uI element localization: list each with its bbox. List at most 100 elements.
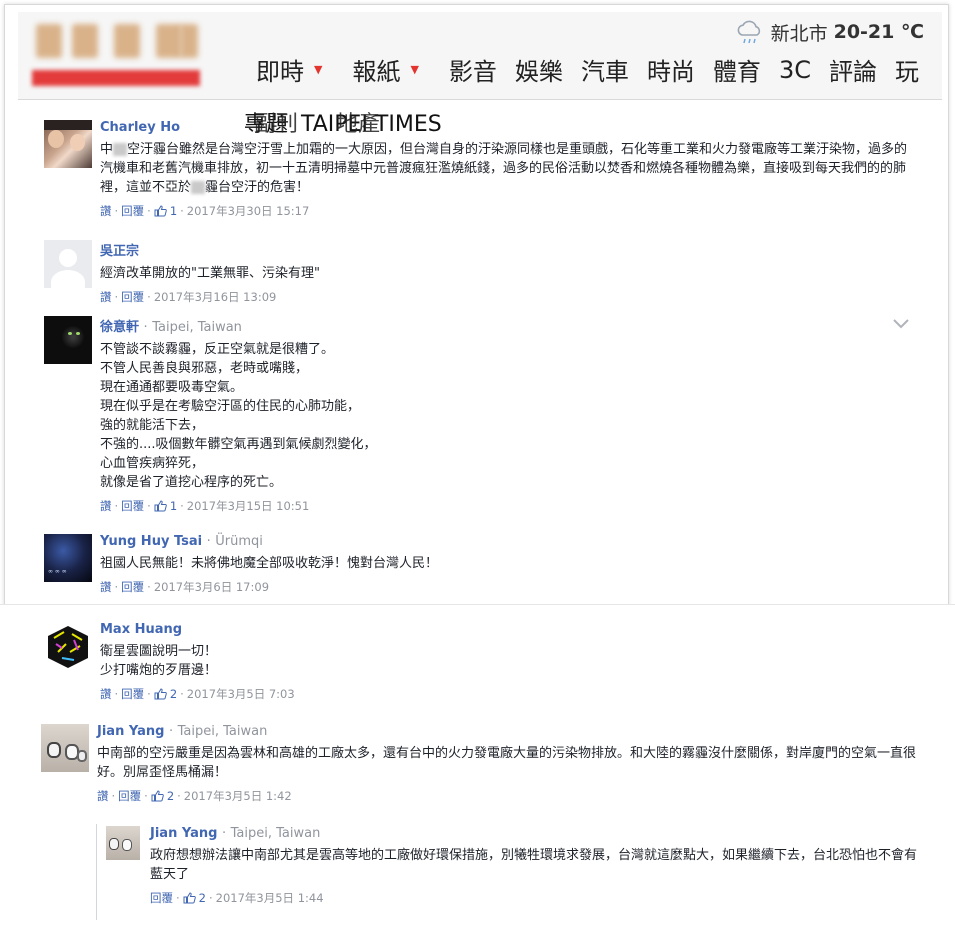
commenter-name-text[interactable]: Jian Yang <box>150 826 217 841</box>
nav-item-video[interactable]: 影音 <box>449 52 497 87</box>
comment-text: 不管談不談霧霾，反正空氣就是很糟了。 不管人民善良與邪惡，老時或嘴賤， 現在通通… <box>100 342 377 490</box>
reply-link[interactable]: 回覆 <box>121 289 144 305</box>
reply-link[interactable]: 回覆 <box>121 579 144 595</box>
commenter-name[interactable]: Max Huang <box>100 622 295 637</box>
weather-city: 新北市 <box>770 22 828 45</box>
commenter-name-text[interactable]: 吳正宗 <box>100 244 139 259</box>
avatar[interactable] <box>44 120 92 168</box>
nav-item-opinion[interactable]: 評論 <box>829 52 877 87</box>
chevron-down-icon[interactable] <box>892 318 910 330</box>
like-link[interactable]: 讚 <box>100 203 112 219</box>
reply-link[interactable]: 回覆 <box>118 788 141 804</box>
like-count: 2 <box>169 687 178 701</box>
main-nav: 即時 ▼ 報紙 ▼ 影音 娛樂 汽車 時尚 體育 3C 評論 玩 <box>256 52 937 87</box>
comment-actions: 讚 · 回覆 · 2 · 2017年3月5日 1:42 <box>97 788 925 804</box>
like-link[interactable]: 讚 <box>97 788 109 804</box>
like-link[interactable]: 讚 <box>100 289 112 305</box>
commenter-name[interactable]: 徐意軒 · Taipei, Taiwan <box>100 316 377 335</box>
separator: · <box>143 320 148 335</box>
nav-label: 報紙 <box>352 58 401 86</box>
nav-label: 3C <box>778 55 811 84</box>
comment-text-part: 中 <box>100 142 114 157</box>
cloud-rain-icon <box>737 20 760 44</box>
redacted-blur <box>113 143 128 156</box>
nav-item-play[interactable]: 玩 <box>895 52 919 87</box>
comment-text: 政府想想辦法讓中南部尤其是雲高等地的工廠做好環保措施，別犧牲環境求發展，台灣就這… <box>150 848 918 882</box>
separator: · <box>180 204 184 218</box>
nav-label: 娛樂 <box>514 58 563 86</box>
separator: · <box>176 891 180 905</box>
avatar[interactable]: ∞ ∞ ∞ <box>44 534 92 582</box>
separator: · <box>206 534 211 549</box>
separator: · <box>180 687 184 701</box>
commenter-name[interactable]: Yung Huy Tsai · Ürümqi <box>100 534 438 549</box>
comment-date[interactable]: 2017年3月5日 1:44 <box>216 890 324 906</box>
thumbs-up-icon <box>154 500 167 512</box>
commenter-name[interactable]: 吳正宗 <box>100 240 320 259</box>
commenter-name[interactable]: Jian Yang · Taipei, Taiwan <box>150 826 920 841</box>
separator: · <box>147 580 151 594</box>
nav-item-sports[interactable]: 體育 <box>713 52 761 87</box>
default-avatar-icon[interactable] <box>44 240 92 288</box>
site-header: 新北市 20-21 ℃ 即時 ▼ 報紙 ▼ 影音 娛樂 汽車 時尚 體育 3C 評論… <box>18 12 942 100</box>
commenter-name[interactable]: Jian Yang · Taipei, Taiwan <box>97 724 925 739</box>
reply-link[interactable]: 回覆 <box>121 686 144 702</box>
separator: · <box>114 290 119 304</box>
like-link[interactable]: 讚 <box>100 579 112 595</box>
separator: · <box>180 499 184 513</box>
comment-text: 祖國人民無能！未將佛地魔全部吸收乾淨！愧對台灣人民！ <box>100 556 439 571</box>
thumbs-up-icon <box>151 790 164 802</box>
comment-date[interactable]: 2017年3月15日 10:51 <box>187 498 310 514</box>
avatar[interactable] <box>44 622 92 670</box>
nav-item-3c[interactable]: 3C <box>779 56 811 84</box>
comment-actions: 讚 · 回覆 · 1 · 2017年3月30日 15:17 <box>100 203 910 219</box>
weather-widget[interactable]: 新北市 20-21 ℃ <box>735 18 924 46</box>
thumbs-up-icon <box>154 688 167 700</box>
reply-link[interactable]: 回覆 <box>150 890 173 906</box>
reply-link[interactable]: 回覆 <box>121 203 144 219</box>
avatar[interactable] <box>41 724 89 772</box>
site-logo[interactable] <box>30 18 205 90</box>
separator: · <box>114 499 119 513</box>
nav-label: 評論 <box>828 58 877 86</box>
commenter-name-text[interactable]: Max Huang <box>100 622 182 637</box>
commenter-location: Ürümqi <box>215 534 263 549</box>
comment-text: 中空汙霾台雖然是台灣空汙雪上加霜的一大原因，但台灣自身的汙染源同樣也是重頭戲，石… <box>100 140 910 197</box>
separator: · <box>114 204 119 218</box>
comment-text-part: 霾台空汙的危害！ <box>205 180 310 195</box>
nav-item-auto[interactable]: 汽車 <box>581 52 629 87</box>
nav-item-newspaper[interactable]: 報紙 ▼ <box>352 52 430 87</box>
commenter-location: Taipei, Taiwan <box>230 826 321 841</box>
like-link[interactable]: 讚 <box>100 686 112 702</box>
cube-logo-icon <box>48 626 88 668</box>
comment-date[interactable]: 2017年3月5日 7:03 <box>187 686 295 702</box>
separator: · <box>114 687 119 701</box>
commenter-name-text[interactable]: Charley Ho <box>100 120 180 135</box>
comment-date[interactable]: 2017年3月6日 17:09 <box>154 579 269 595</box>
like-link[interactable]: 讚 <box>100 498 112 514</box>
nav-item-instant[interactable]: 即時 ▼ <box>256 52 334 87</box>
commenter-name[interactable]: Charley Ho <box>100 120 910 135</box>
comment-actions: 讚 · 回覆 · 2017年3月6日 17:09 <box>100 579 438 595</box>
nav-item-entertainment[interactable]: 娛樂 <box>515 52 563 87</box>
avatar[interactable] <box>106 826 140 860</box>
dropdown-caret-icon: ▼ <box>314 63 323 76</box>
commenter-location: Taipei, Taiwan <box>152 320 242 335</box>
nav-item-fashion[interactable]: 時尚 <box>647 52 695 87</box>
separator: · <box>208 891 213 905</box>
commenter-name-text[interactable]: Yung Huy Tsai <box>100 534 202 549</box>
commenter-name-text[interactable]: Jian Yang <box>97 724 164 739</box>
comment-date[interactable]: 2017年3月16日 13:09 <box>154 289 277 305</box>
nav-label: 汽車 <box>580 58 629 86</box>
comment-date[interactable]: 2017年3月5日 1:42 <box>184 788 292 804</box>
nav-label: 體育 <box>712 58 761 86</box>
nav-label: 玩 <box>894 58 919 86</box>
separator: · <box>147 687 151 701</box>
reply-link[interactable]: 回覆 <box>121 498 144 514</box>
dropdown-caret-icon: ▼ <box>410 63 419 76</box>
comment-date[interactable]: 2017年3月30日 15:17 <box>187 203 310 219</box>
avatar[interactable] <box>44 316 92 364</box>
separator: · <box>221 826 227 841</box>
commenter-name-text[interactable]: 徐意軒 <box>100 320 139 335</box>
nav-label: 時尚 <box>646 58 695 86</box>
